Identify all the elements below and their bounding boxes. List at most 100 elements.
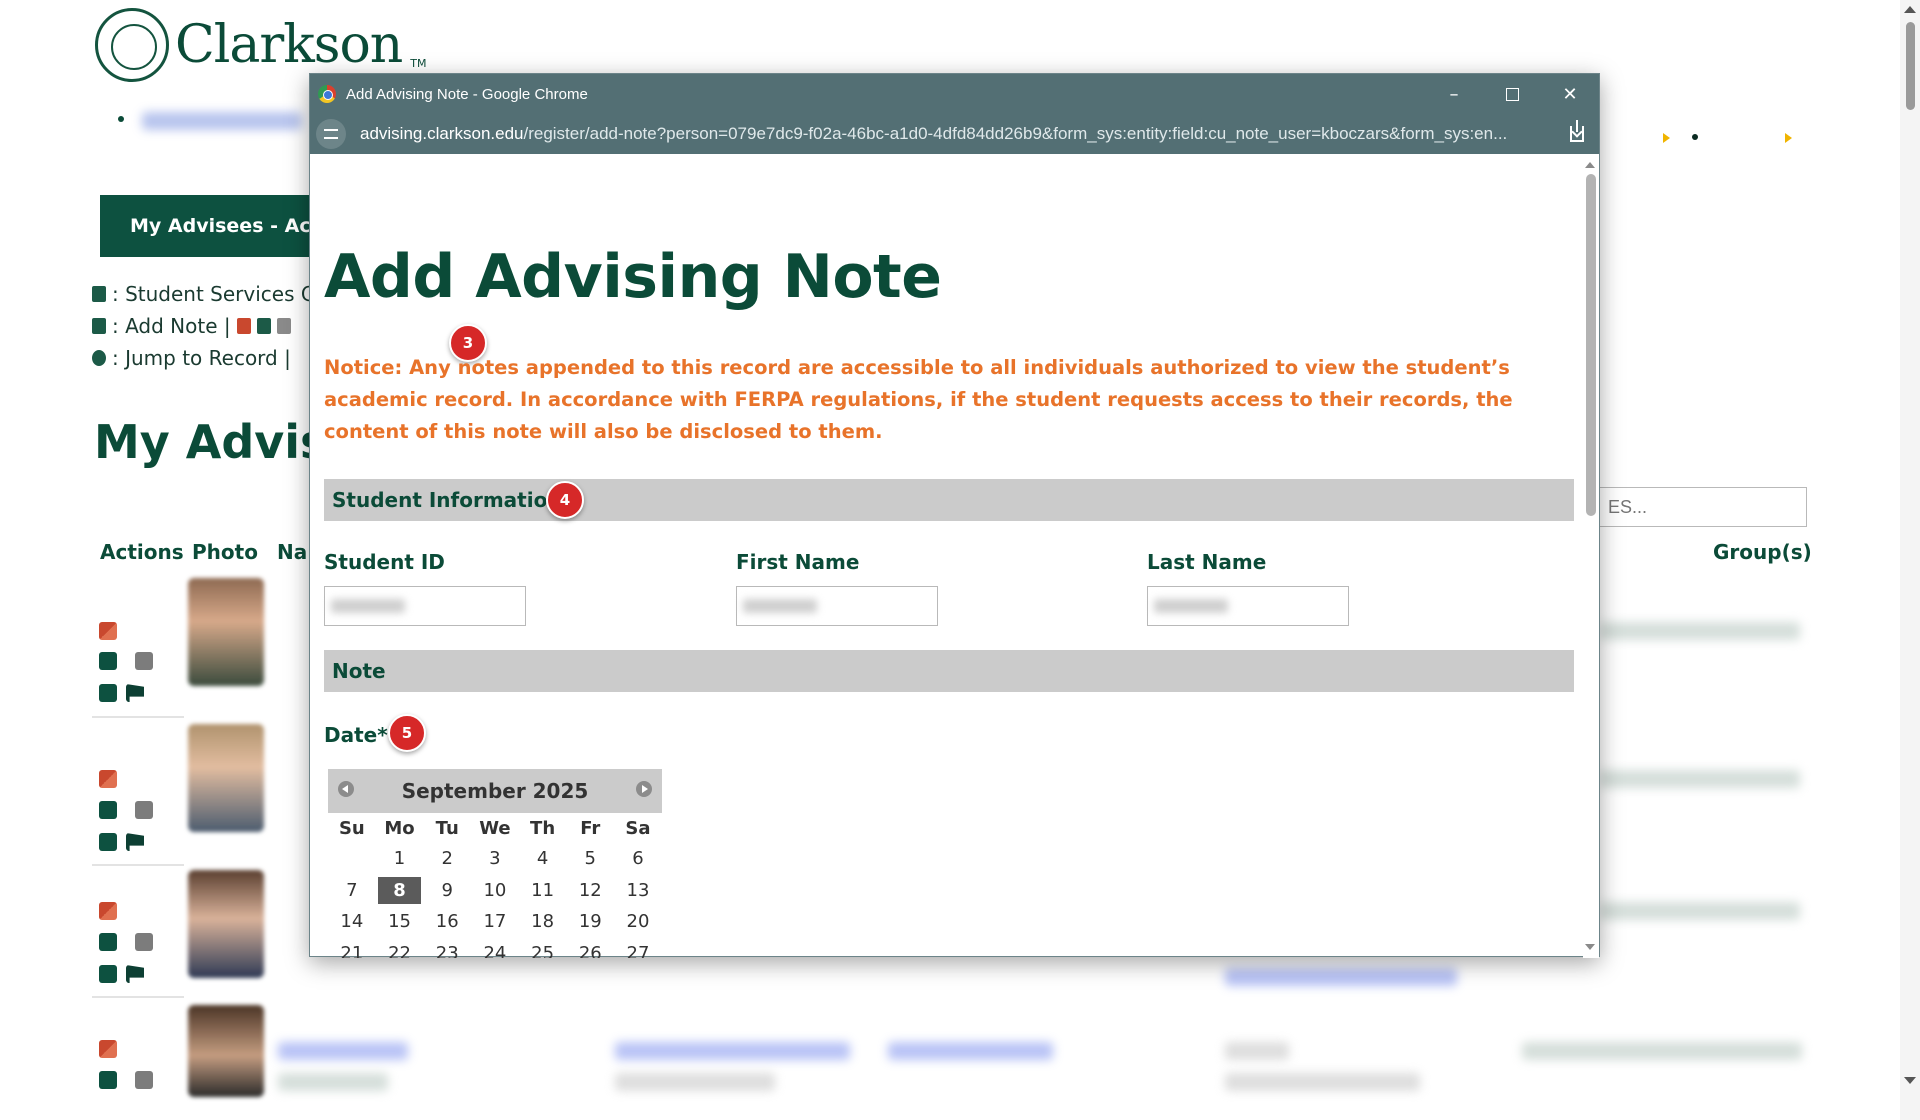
tab-my-advisees[interactable]: My Advisees - Act — [100, 195, 320, 257]
clarkson-logo[interactable]: Clarkson TM — [95, 8, 427, 82]
calendar-day[interactable]: 2 — [423, 843, 471, 875]
calendar-day[interactable]: 9 — [423, 875, 471, 907]
scroll-down-arrow-icon[interactable] — [1585, 944, 1595, 950]
calendar-day[interactable]: 3 — [471, 843, 519, 875]
email-link-blurred[interactable] — [615, 1042, 850, 1060]
add-note-popup-window: Add Advising Note - Google Chrome – ✕ ad… — [309, 73, 1600, 958]
calendar-day[interactable]: 21 — [328, 938, 376, 958]
calendar-day[interactable]: 27 — [614, 938, 662, 958]
calendar-day[interactable]: 17 — [471, 906, 519, 938]
student-id-label: Student ID — [324, 550, 445, 574]
report-icon[interactable] — [99, 833, 117, 851]
calendar-day[interactable]: 6 — [614, 843, 662, 875]
minimize-button[interactable]: – — [1425, 74, 1483, 114]
calendar-day[interactable]: 4 — [519, 843, 567, 875]
group-link-blurred[interactable] — [1600, 770, 1800, 788]
report-icon[interactable] — [99, 965, 117, 983]
col-name: Na — [277, 540, 308, 564]
calendar-day[interactable]: 26 — [566, 938, 614, 958]
add-note-icon[interactable] — [99, 1071, 117, 1089]
calendar-day[interactable]: 25 — [519, 938, 567, 958]
legend-text: : Student Services C — [112, 282, 315, 306]
calendar-day[interactable]: 22 — [376, 938, 424, 958]
scroll-down-arrow-icon[interactable] — [1904, 1077, 1916, 1084]
group-link-blurred[interactable] — [1600, 902, 1800, 920]
calendar-day[interactable]: 16 — [423, 906, 471, 938]
datepicker-month-year: September 2025 — [401, 779, 589, 803]
row-divider — [92, 864, 184, 866]
group-link-blurred[interactable] — [1522, 1042, 1802, 1060]
add-note-icon[interactable] — [99, 652, 117, 670]
student-photo — [188, 724, 264, 832]
flag-icon[interactable] — [126, 833, 144, 851]
report-icon[interactable] — [99, 684, 117, 702]
prev-month-icon[interactable] — [338, 781, 354, 797]
view-note-icon[interactable] — [135, 933, 153, 951]
student-name-link-blurred[interactable] — [278, 1042, 408, 1060]
url-text[interactable]: advising.clarkson.edu/register/add-note?… — [360, 124, 1540, 144]
close-button[interactable]: ✕ — [1541, 74, 1599, 114]
alert-icon[interactable] — [99, 902, 117, 920]
alert-icon[interactable] — [99, 770, 117, 788]
calendar-day[interactable]: 7 — [328, 875, 376, 907]
window-titlebar[interactable]: Add Advising Note - Google Chrome – ✕ — [310, 74, 1599, 114]
calendar-day[interactable]: 15 — [376, 906, 424, 938]
calendar-day[interactable]: 18 — [519, 906, 567, 938]
table-search-input[interactable] — [1595, 487, 1807, 527]
calendar-day[interactable]: 20 — [614, 906, 662, 938]
class-year-blurred — [1225, 1042, 1289, 1060]
calendar-day[interactable]: 14 — [328, 906, 376, 938]
schedule-link-blurred[interactable] — [1225, 968, 1457, 986]
selected-day[interactable]: 8 — [377, 876, 422, 905]
last-name-field[interactable] — [1147, 586, 1349, 626]
calendar-day[interactable]: 13 — [614, 875, 662, 907]
view-note-icon[interactable] — [135, 801, 153, 819]
view-note-icon[interactable] — [135, 1071, 153, 1089]
calendar-day[interactable]: 5 — [566, 843, 614, 875]
calendar-day[interactable]: 1 — [376, 843, 424, 875]
step-badge: 4 — [546, 481, 584, 519]
page-scroll-thumb[interactable] — [1906, 22, 1915, 110]
view-note-icon[interactable] — [135, 652, 153, 670]
page-heading: My Advis — [94, 415, 328, 469]
scroll-up-arrow-icon[interactable] — [1585, 162, 1595, 168]
tab-label: My Advisees - Act — [130, 215, 320, 237]
student-id-field[interactable] — [324, 586, 526, 626]
weekday-header: Fr — [580, 817, 601, 839]
page-scrollbar[interactable] — [1900, 0, 1920, 1120]
next-month-icon[interactable] — [636, 781, 652, 797]
note-gray-icon — [276, 318, 291, 334]
add-note-icon[interactable] — [99, 801, 117, 819]
section-note: Note — [324, 650, 1574, 692]
calendar-day[interactable]: 11 — [519, 875, 567, 907]
group-link-blurred[interactable] — [1600, 622, 1800, 640]
col-groups: Group(s) — [1713, 540, 1812, 564]
calendar-day[interactable]: 19 — [566, 906, 614, 938]
report-icon — [92, 286, 106, 302]
advisor-link-blurred[interactable] — [888, 1042, 1053, 1060]
minimize-icon: – — [1449, 83, 1459, 105]
add-note-icon[interactable] — [99, 933, 117, 951]
search-record-icon — [92, 350, 106, 366]
calendar-day[interactable]: 23 — [423, 938, 471, 958]
weekday-header: We — [479, 817, 511, 839]
flag-icon[interactable] — [126, 965, 144, 983]
window-title: Add Advising Note - Google Chrome — [346, 85, 588, 103]
alert-icon[interactable] — [99, 1040, 117, 1058]
calendar-day[interactable]: 12 — [566, 875, 614, 907]
datepicker-header: September 2025 — [328, 769, 662, 813]
address-bar[interactable]: advising.clarkson.edu/register/add-note?… — [310, 114, 1599, 154]
empty-day-cell — [328, 843, 376, 875]
popup-scroll-thumb[interactable] — [1586, 174, 1596, 516]
download-icon[interactable] — [1565, 120, 1589, 146]
flag-icon[interactable] — [126, 684, 144, 702]
maximize-button[interactable] — [1483, 74, 1541, 114]
first-name-field[interactable] — [736, 586, 938, 626]
scroll-up-arrow-icon[interactable] — [1904, 6, 1916, 13]
row-divider — [92, 716, 184, 718]
calendar-day[interactable]: 10 — [471, 875, 519, 907]
alert-icon[interactable] — [99, 622, 117, 640]
user-name-link-blurred[interactable] — [142, 112, 302, 130]
site-settings-icon[interactable] — [316, 119, 346, 149]
calendar-day[interactable]: 24 — [471, 938, 519, 958]
